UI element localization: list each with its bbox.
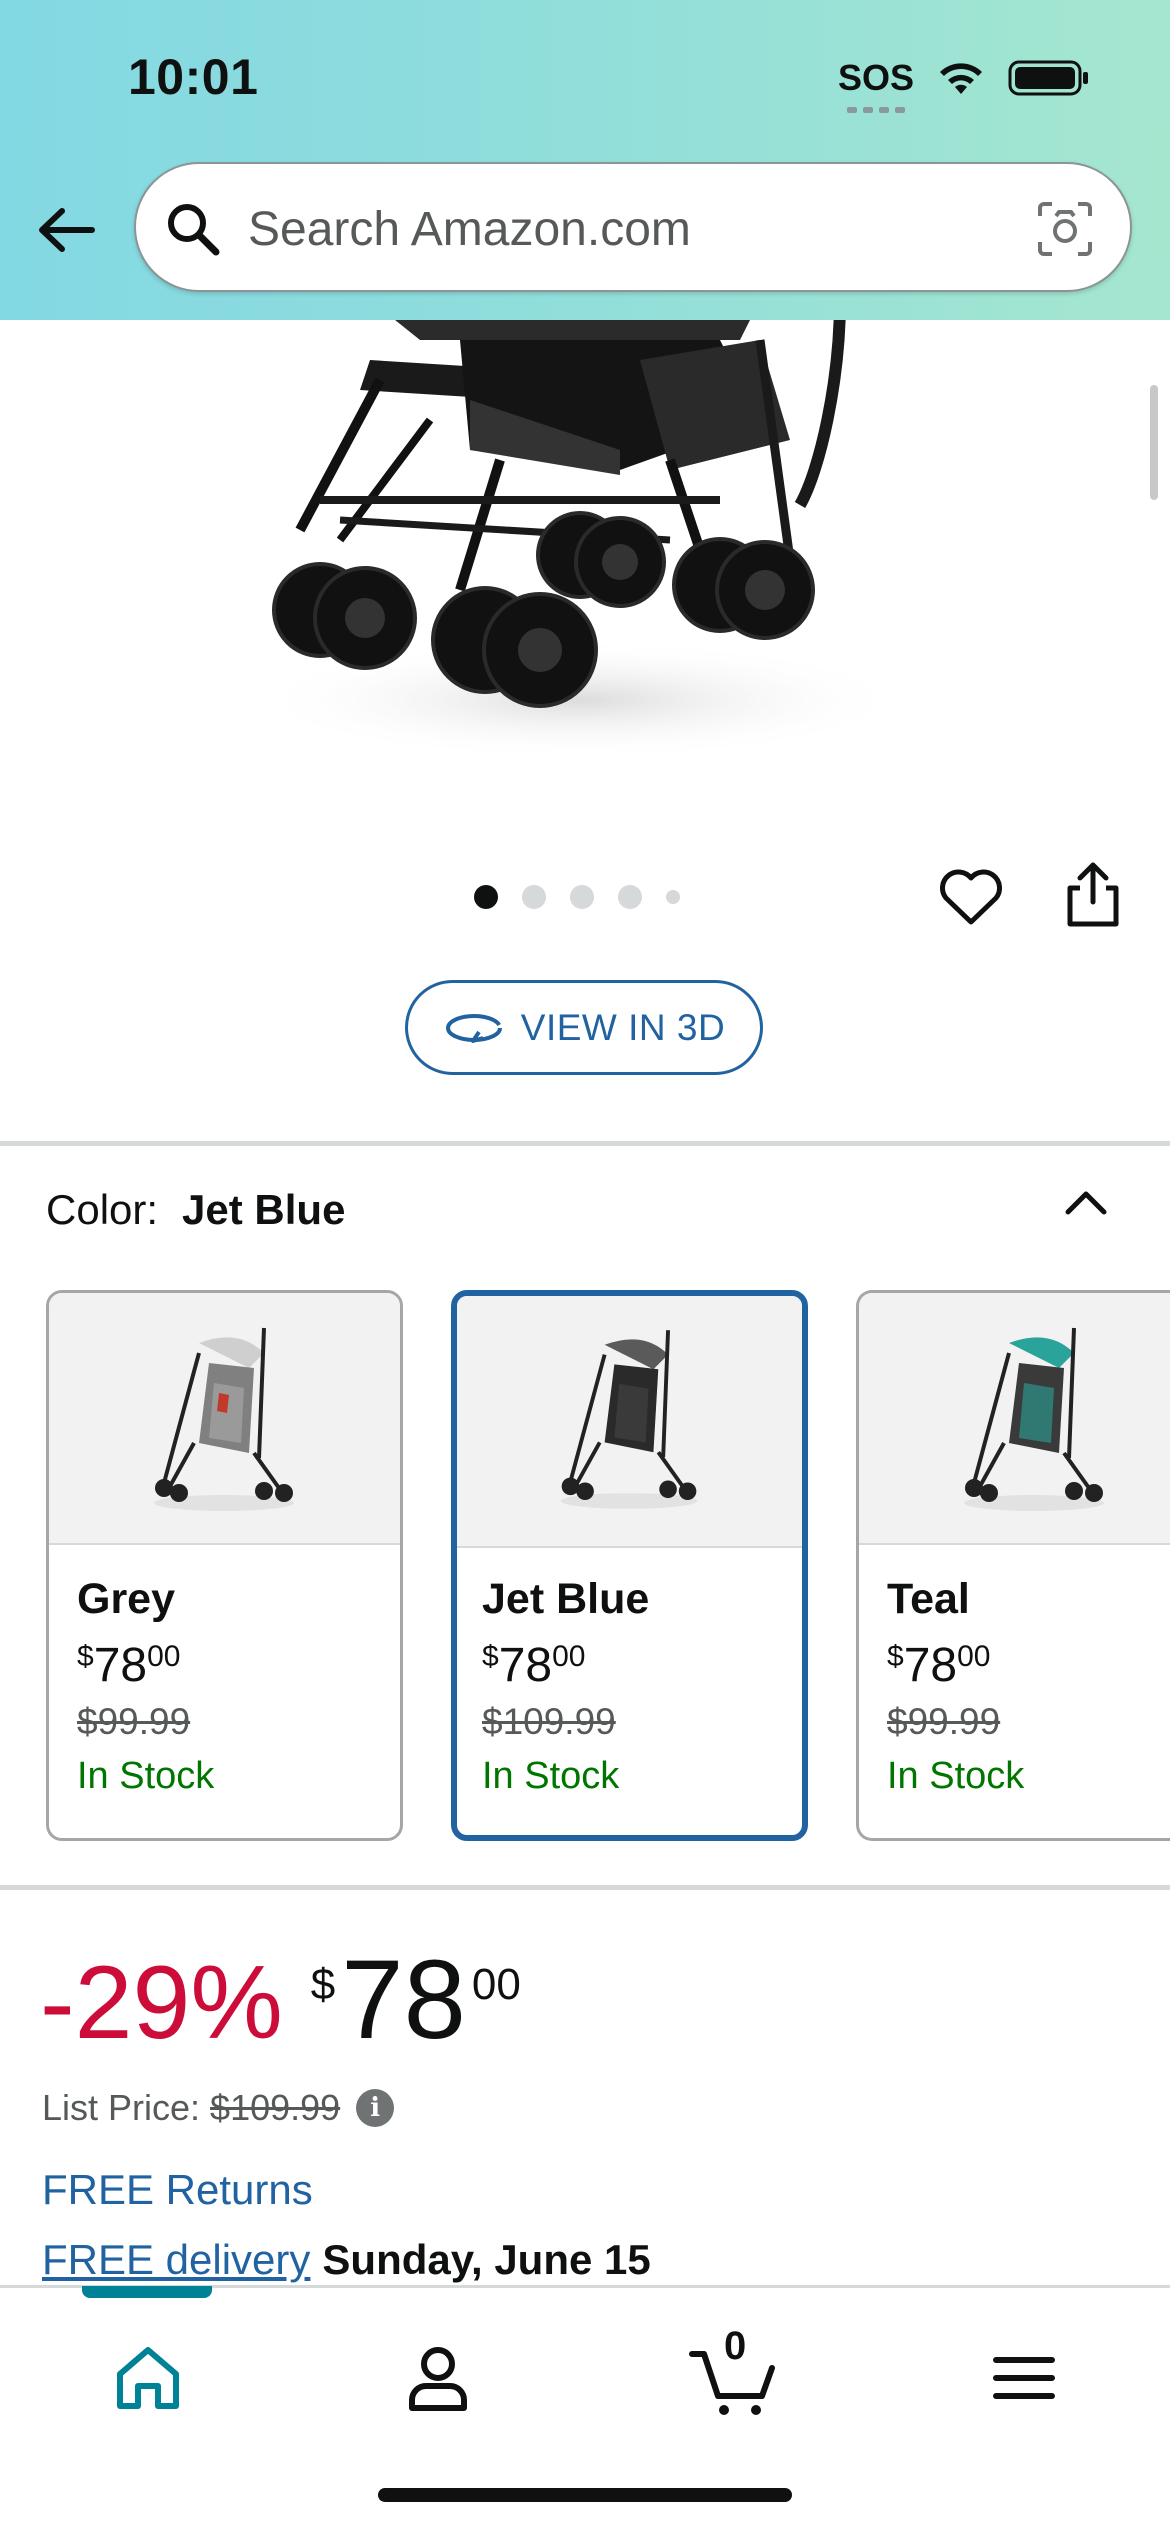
pager-dot[interactable] [522,885,546,909]
swatch-price: $7800 [887,1639,991,1692]
battery-icon [1008,60,1088,96]
account-icon[interactable] [398,2338,478,2418]
heart-icon[interactable] [936,862,1006,932]
swatch-stock: In Stock [482,1755,620,1797]
header: 10:01 SOS Search Amazon.com [0,0,1170,320]
list-price-row: List Price: $109.99 i [42,2087,395,2129]
swatch-price: $7800 [482,1639,586,1692]
free-returns-link[interactable]: FREE Returns [42,2166,313,2214]
swatch-thumbnail [457,1296,802,1548]
back-arrow-icon[interactable] [32,195,102,265]
info-icon[interactable]: i [356,2089,395,2127]
rotate-3d-icon [445,1013,502,1043]
search-icon [168,204,220,256]
menu-icon[interactable] [984,2338,1064,2418]
view-in-3d-label: VIEW IN 3D [520,1006,726,1048]
swatch-stock: In Stock [887,1755,1025,1797]
color-option-jet-blue[interactable]: Jet Blue $7800 $109.99 In Stock [451,1290,808,1841]
product-image[interactable] [200,300,960,780]
current-price: $ 78 00 [310,1937,521,2062]
stroller-thumbnail [154,1327,294,1511]
search-input[interactable]: Search Amazon.com [248,202,691,257]
delivery-date: Sunday, June 15 [322,2236,651,2283]
color-option-grey[interactable]: Grey $7800 $99.99 In Stock [46,1290,403,1841]
list-price-value: $109.99 [210,2087,341,2128]
status-icons: SOS [837,48,1090,113]
swatch-name: Grey [77,1575,176,1623]
home-icon[interactable] [108,2338,188,2418]
sos-label: SOS [837,57,914,98]
status-time: 10:01 [128,49,259,105]
view-in-3d-button[interactable]: VIEW IN 3D [405,980,763,1075]
stroller-thumbnail [560,1330,698,1509]
selected-color: Jet Blue [182,1186,346,1233]
pager-dot[interactable] [666,890,680,904]
wifi-icon [940,63,982,94]
swatch-list-price: $109.99 [482,1701,616,1742]
delivery-row: FREE delivery Sunday, June 15 [42,2236,651,2284]
pager-dot[interactable] [474,885,498,909]
pager-dot[interactable] [618,885,642,909]
image-pager[interactable] [474,885,680,909]
color-selector-header[interactable]: Color: Jet Blue [46,1186,345,1234]
cart-count: 0 [724,2324,747,2368]
free-delivery-link[interactable]: FREE delivery [42,2236,310,2283]
active-tab-indicator [82,2286,212,2298]
stroller-thumbnail [964,1327,1104,1511]
section-divider [0,1885,1170,1890]
discount-percent: -29% [40,1945,283,2061]
swatch-list-price: $99.99 [77,1701,191,1742]
swatch-list-price: $99.99 [887,1701,1001,1742]
swatch-price: $7800 [77,1639,181,1692]
color-label: Color: [46,1186,159,1233]
chevron-up-icon[interactable] [1060,1182,1112,1222]
swatch-name: Jet Blue [482,1575,650,1623]
swatch-name: Teal [887,1575,970,1623]
swatch-thumbnail [49,1293,400,1545]
scrollbar[interactable] [1150,385,1158,500]
search-bar[interactable]: Search Amazon.com [134,162,1132,292]
home-indicator[interactable] [378,2488,792,2502]
camera-search-icon[interactable] [1034,198,1096,260]
section-divider [0,1141,1170,1146]
swatch-thumbnail [859,1293,1170,1545]
share-icon[interactable] [1060,858,1126,930]
color-option-teal[interactable]: Teal $7800 $99.99 In Stock [856,1290,1170,1841]
price-block: -29% $ 78 00 [40,1944,521,2063]
swatch-stock: In Stock [77,1755,215,1797]
pager-dot[interactable] [570,885,594,909]
sos-indicator: SOS [837,57,914,113]
list-price-label: List Price: [42,2087,201,2128]
